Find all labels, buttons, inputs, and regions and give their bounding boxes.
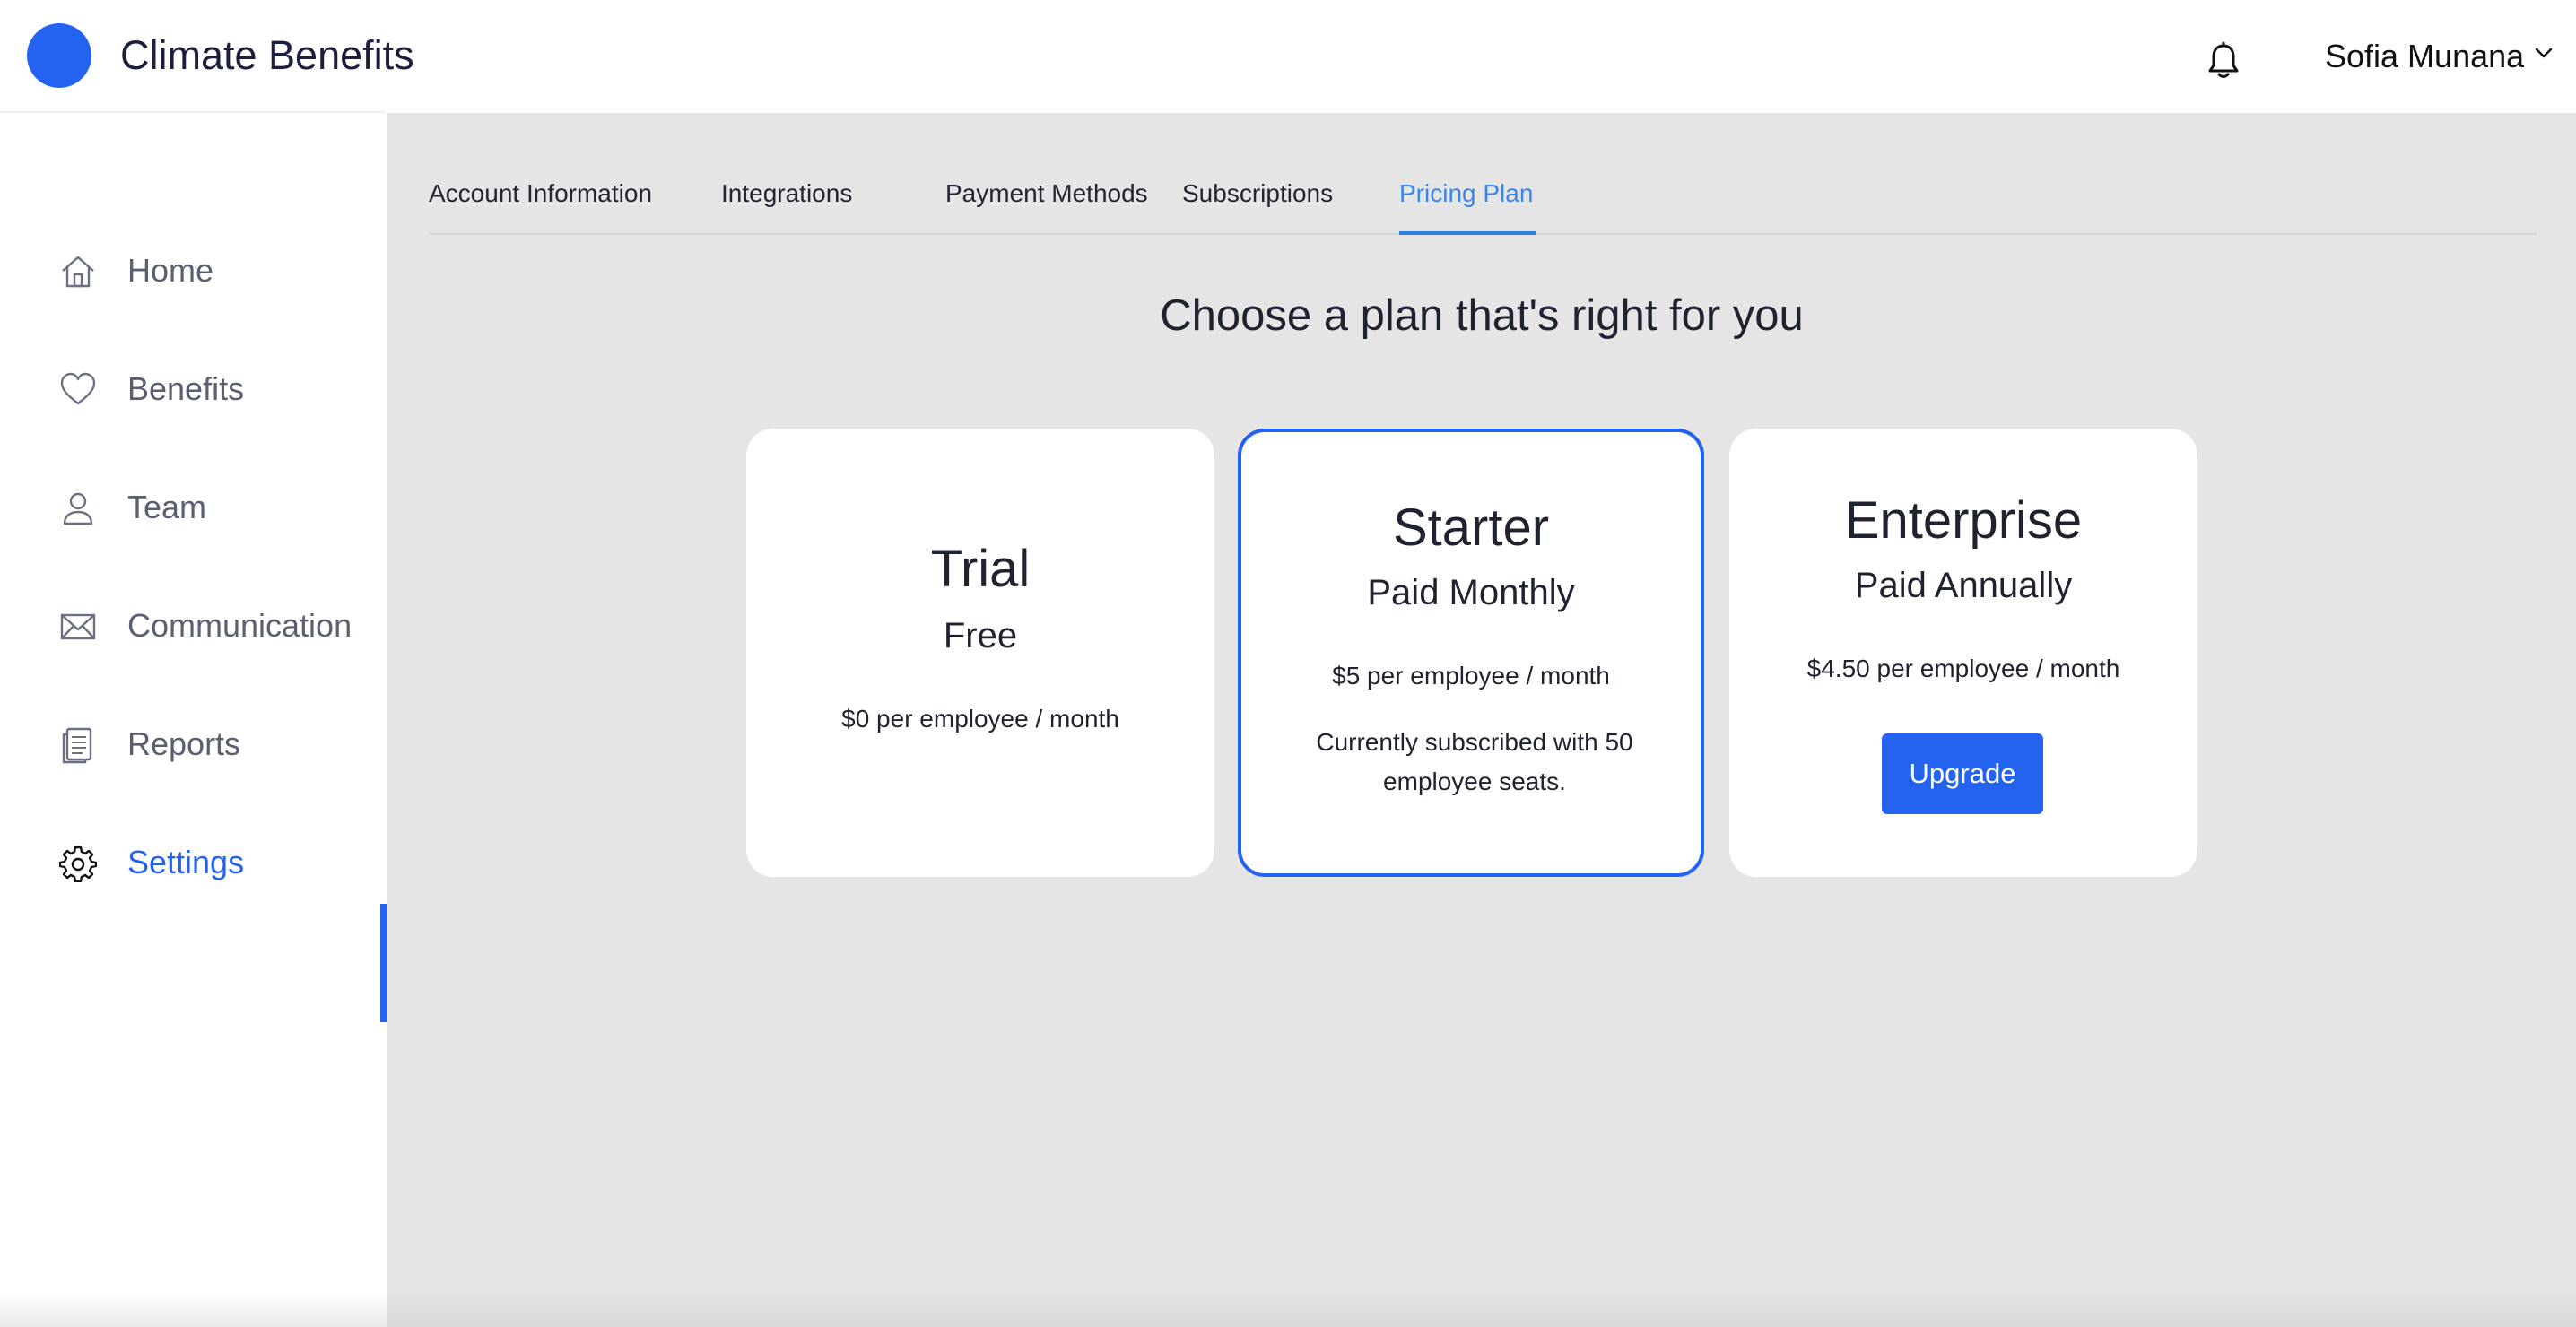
envelope-icon: [60, 613, 96, 640]
upgrade-button[interactable]: Upgrade: [1882, 733, 2043, 814]
sidebar-item-label: Communication: [127, 607, 352, 644]
plan-card-trial: Trial Free $0 per employee / month: [746, 429, 1214, 877]
tab-subscriptions[interactable]: Subscriptions: [1182, 178, 1333, 210]
sidebar-footer-shade: [0, 1291, 387, 1327]
document-icon: [62, 727, 92, 764]
tab-account-information[interactable]: Account Information: [429, 178, 652, 210]
tab-pricing-plan[interactable]: Pricing Plan: [1399, 178, 1533, 210]
sidebar-item-label: Reports: [127, 725, 241, 762]
plan-price: $0 per employee / month: [841, 705, 1119, 733]
plan-price: $5 per employee / month: [1332, 662, 1610, 690]
plan-name: Enterprise: [1844, 491, 2083, 550]
top-header: Climate Benefits Sofia Munana: [0, 0, 2576, 113]
heart-icon: [60, 372, 96, 405]
main-content: Account Information Integrations Payment…: [387, 113, 2576, 1327]
plan-name: Starter: [1392, 499, 1550, 557]
plan-billing: Paid Monthly: [1367, 573, 1575, 612]
subscription-note: Currently subscribed with 50 employee se…: [1316, 728, 1633, 795]
plan-card-starter: Starter Paid Monthly $5 per employee / m…: [1238, 429, 1704, 877]
sidebar-item-label: Home: [127, 252, 214, 289]
sidebar-item-label: Settings: [127, 844, 245, 880]
sidebar-item-home[interactable]: Home: [0, 252, 387, 371]
plan-billing: Free: [943, 616, 1018, 655]
sidebar-item-communication[interactable]: Communication: [0, 607, 387, 726]
active-indicator: [380, 904, 387, 1022]
plan-billing: Paid Annually: [1854, 566, 2073, 605]
sidebar-item-label: Benefits: [127, 370, 245, 407]
plan-card-enterprise: Enterprise Paid Annually $4.50 per emplo…: [1729, 429, 2197, 877]
user-name[interactable]: Sofia Munana: [2325, 36, 2524, 77]
app-logo[interactable]: [27, 23, 91, 88]
gear-icon: [59, 846, 97, 882]
sidebar-item-benefits[interactable]: Benefits: [0, 370, 387, 490]
plan-name: Trial: [930, 540, 1031, 598]
bell-icon[interactable]: [2205, 41, 2242, 81]
user-icon: [63, 492, 93, 525]
tab-integrations[interactable]: Integrations: [721, 178, 852, 210]
sidebar-item-team[interactable]: Team: [0, 489, 387, 608]
page-heading: Choose a plan that's right for you: [1160, 291, 1804, 340]
home-icon: [62, 256, 94, 288]
main-footer-shade: [387, 1291, 2576, 1327]
tab-payment-methods[interactable]: Payment Methods: [945, 178, 1148, 210]
app-title: Climate Benefits: [120, 32, 414, 78]
active-tab-underline: [1399, 231, 1536, 235]
chevron-down-icon[interactable]: [2535, 47, 2553, 59]
plan-price: $4.50 per employee / month: [1806, 655, 2120, 682]
sidebar-item-settings[interactable]: Settings: [0, 791, 387, 1022]
sidebar: Home Benefits Team Communication Reports…: [0, 113, 387, 1327]
settings-tabs: Account Information Integrations Payment…: [429, 113, 2537, 235]
sidebar-item-label: Team: [127, 489, 207, 525]
